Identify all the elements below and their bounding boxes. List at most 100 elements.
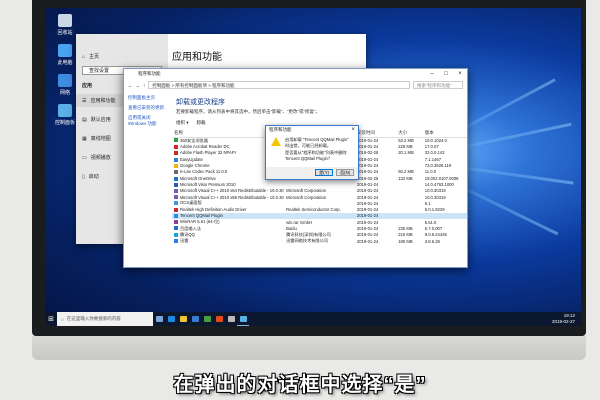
task-view-icon <box>155 316 163 322</box>
program-icon <box>174 176 178 181</box>
network-icon <box>58 74 72 87</box>
system-clock[interactable]: 19:12 2019-02-27 <box>552 313 575 325</box>
forward-arrow-icon[interactable]: → <box>136 83 141 88</box>
taskbar-app-store[interactable] <box>189 312 201 326</box>
default-apps-icon: ▤ <box>82 116 87 123</box>
yes-button[interactable]: 是(Y) <box>315 169 333 176</box>
column-header-size[interactable]: 大小 <box>396 130 423 138</box>
settings-home-label: 主页 <box>89 54 100 60</box>
dialog-buttons: 是(Y) 否(N) <box>266 167 358 179</box>
desktop-icon-label: 回收站 <box>57 30 73 36</box>
link-control-panel-home[interactable]: 控制面板主页 <box>128 95 168 101</box>
confirm-dialog: 程序和功能 × 启用卸载 "Tencent QQMail Plugin" 时出错，… <box>265 125 359 180</box>
program-name-text: OCS桌面版 <box>180 200 202 206</box>
maximize-icon[interactable]: □ <box>439 69 453 79</box>
monitor-chin <box>32 336 586 360</box>
program-name-text: Adobe Flash Player 32 NPAPI <box>180 150 236 156</box>
dialog-body: 启用卸载 "Tencent QQMail Plugin" 时出错，可能已经卸载。… <box>266 134 358 164</box>
column-header-version[interactable]: 版本 <box>422 130 467 138</box>
taskbar-app-office[interactable] <box>213 312 225 326</box>
program-icon <box>174 220 178 225</box>
program-icon <box>174 226 178 231</box>
program-icon <box>174 170 178 175</box>
desktop-icon-label: 控制面板 <box>54 120 75 126</box>
table-row[interactable]: 迅雷 迅雷网络技术有限公司 2019-01-24 180 MB 3.8.6.28 <box>172 238 467 244</box>
program-name-text: 腾讯QQ <box>180 231 195 237</box>
column-header-date[interactable]: 安装时间 <box>354 130 397 138</box>
link-view-installed-updates[interactable]: 查看已安装的更新 <box>128 105 168 111</box>
program-name-text: K-Lite Codec Pack 11.0.0 <box>180 169 228 175</box>
minimize-icon[interactable]: – <box>425 69 439 79</box>
program-icon <box>174 182 178 187</box>
video-frame: 回收站 此电脑 网络 控制面板 ⌂主页 查找设置⌕ 应用 ☰应用和功能 ▤默认应… <box>0 0 600 400</box>
nav-label: 启动 <box>88 174 99 180</box>
window-title: 程序和功能 <box>138 71 161 76</box>
nav-label: 应用和功能 <box>90 98 116 104</box>
organize-button[interactable]: 组织 ▾ <box>176 120 189 128</box>
map-icon: ▦ <box>82 135 87 142</box>
up-arrow-icon[interactable]: ↑ <box>143 83 145 88</box>
taskbar-task-view[interactable] <box>153 312 165 326</box>
video-icon: ▭ <box>82 154 87 161</box>
office-icon <box>215 316 223 322</box>
close-icon[interactable]: × <box>453 69 467 79</box>
computer-icon <box>58 44 72 57</box>
warning-icon <box>271 137 281 146</box>
taskbar-app-settings[interactable] <box>225 312 237 326</box>
taskbar-app-explorer[interactable] <box>177 312 189 326</box>
program-name-text: Microsoft Visual C++ 2010 x86 Redistribu… <box>180 194 285 200</box>
program-name: 迅雷 <box>172 238 284 244</box>
taskbar-app-edge[interactable] <box>165 312 177 326</box>
settings-page-title: 应用和功能 <box>172 52 222 63</box>
start-button[interactable]: ⊞ <box>45 312 57 326</box>
control-panel-search-input[interactable]: 搜索“程序和功能” <box>413 81 463 89</box>
store-icon <box>191 316 199 322</box>
home-icon: ⌂ <box>82 53 86 60</box>
recycle-bin-icon <box>58 14 72 27</box>
dialog-titlebar: 程序和功能 × <box>266 126 358 134</box>
list-icon: ☰ <box>82 97 87 104</box>
control-panel-icon <box>239 315 247 322</box>
program-name-text: Adobe Acrobat Reader DC <box>180 144 230 150</box>
taskbar-search-input[interactable]: ○ 在这里输入你要搜索的内容 <box>57 312 153 326</box>
desktop-icon-recycle-bin[interactable]: 回收站 <box>50 14 80 36</box>
settings-home[interactable]: ⌂ 主页 <box>76 50 168 63</box>
section-label: 应用 <box>82 83 93 89</box>
control-panel-icon <box>58 104 72 117</box>
program-icon <box>174 195 178 200</box>
program-name: Microsoft Visual C++ 2010 x64 Redistribu… <box>172 188 284 194</box>
no-button[interactable]: 否(N) <box>336 169 354 176</box>
close-icon[interactable]: × <box>351 126 355 134</box>
program-name-text: 360安全浏览器 <box>180 137 208 143</box>
program-name-text: Microsoft OneDrive <box>180 175 216 181</box>
window-titlebar: 程序和功能 – □ × <box>124 69 467 79</box>
program-name-text: WinRAR 5.61 (64-位) <box>180 219 220 225</box>
program-icon <box>174 208 178 212</box>
program-name-text: Realtek High Definition Audio Driver <box>180 207 247 213</box>
program-install-date: 2019-01-24 <box>356 238 379 244</box>
address-path[interactable]: 控制面板 > 所有控制面板项 > 程序和功能 <box>148 81 410 89</box>
program-publisher: 迅雷网络技术有限公司 <box>286 238 328 244</box>
taskbar-app-control-panel[interactable] <box>237 312 249 326</box>
program-name-text: Tencent QQMail Plugin <box>180 213 223 219</box>
program-icon <box>174 145 178 150</box>
program-name-text: EasyUpdate <box>180 156 203 162</box>
windows-logo-icon: ⊞ <box>48 316 54 323</box>
nav-label: 默认应用 <box>90 117 111 123</box>
program-icon <box>174 232 178 237</box>
back-arrow-icon[interactable]: ← <box>128 83 133 88</box>
program-name-text: Microsoft Visio Premium 2010 <box>180 181 236 187</box>
link-windows-features[interactable]: 启用或关闭 Windows 功能 <box>128 115 168 127</box>
taskbar-app-chrome[interactable] <box>201 312 213 326</box>
program-icon <box>174 151 178 156</box>
program-icon <box>174 163 178 168</box>
program-name-text: 迅雷 <box>180 238 189 244</box>
program-icon <box>174 157 178 162</box>
video-subtitle: 在弹出的对话框中选择“是” <box>173 374 427 396</box>
program-size: 180 MB <box>398 238 413 244</box>
dialog-message-line: 启用卸载 "Tencent QQMail Plugin" 时出错，可能已经卸载。 <box>285 137 349 148</box>
address-bar: ← → ↑ 控制面板 > 所有控制面板项 > 程序和功能 搜索“程序和功能” <box>128 80 463 90</box>
uninstall-button[interactable]: 卸载 <box>197 120 206 128</box>
settings-search-placeholder: 查找设置 <box>89 68 110 74</box>
page-heading: 卸载或更改程序 <box>176 99 225 106</box>
